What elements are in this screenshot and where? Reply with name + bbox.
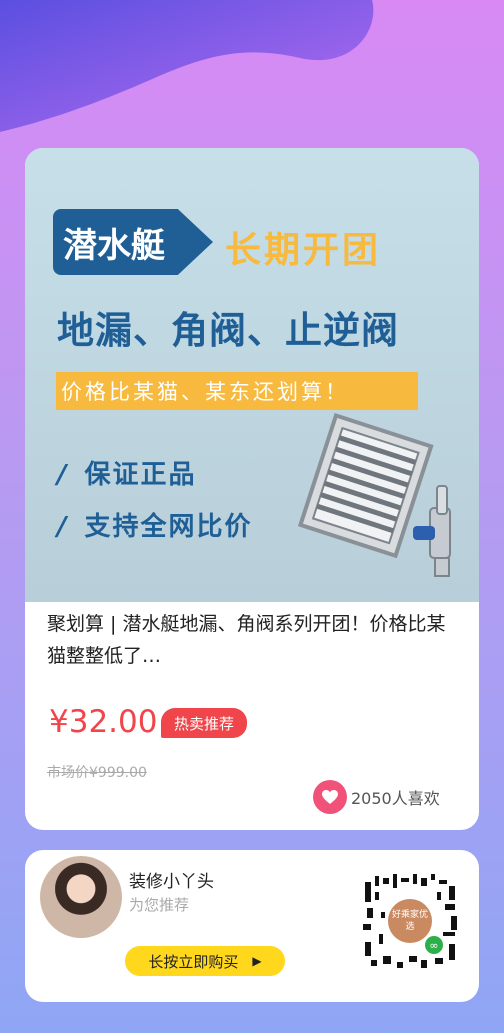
brand-tag: 潜水艇: [53, 209, 213, 275]
slash-icon: /: [57, 460, 69, 490]
slash-icon: /: [57, 512, 69, 542]
product-card[interactable]: 潜水艇 长期开团 地漏、角阀、止逆阀 价格比某猫、某东还划算！ / 保证正品 / 支…: [25, 148, 479, 830]
play-triangle-icon: ▶: [252, 954, 262, 968]
campaign-headline: 长期开团: [225, 230, 382, 271]
share-card: 装修小丫头 为您推荐 长按立即购买 ▶ 好乘家优选 ∞: [25, 850, 479, 1002]
qr-brand-logo: 好乘家优选: [388, 899, 432, 943]
bullet-genuine: / 保证正品: [57, 460, 197, 490]
product-title[interactable]: 聚划算 | 潜水艇地漏、角阀系列开团！价格比某猫整整低了…: [47, 608, 447, 672]
qr-code[interactable]: 好乘家优选 ∞: [361, 872, 459, 970]
miniprogram-icon: ∞: [425, 936, 443, 954]
recommend-label: 为您推荐: [129, 896, 190, 914]
long-press-buy-button[interactable]: 长按立即购买 ▶: [125, 946, 285, 976]
product-banner: 潜水艇 长期开团 地漏、角阀、止逆阀 价格比某猫、某东还划算！ / 保证正品 / 支…: [25, 148, 479, 602]
price-strip: 价格比某猫、某东还划算！: [56, 372, 418, 410]
hot-sale-badge: 热卖推荐: [161, 708, 248, 738]
sharer-name: 装修小丫头: [129, 872, 214, 892]
products-headline: 地漏、角阀、止逆阀: [57, 309, 399, 352]
market-price: 市场价¥999.00: [47, 765, 147, 781]
likes-indicator[interactable]: 2050人喜欢: [313, 780, 440, 814]
product-price: ¥32.00: [49, 704, 158, 740]
heart-icon[interactable]: [313, 780, 347, 814]
drain-valve-image: [297, 412, 451, 577]
likes-count: 2050人喜欢: [351, 789, 440, 808]
bullet-compare: / 支持全网比价: [57, 512, 253, 542]
background-blob: [0, 0, 374, 132]
avatar: [40, 856, 122, 938]
